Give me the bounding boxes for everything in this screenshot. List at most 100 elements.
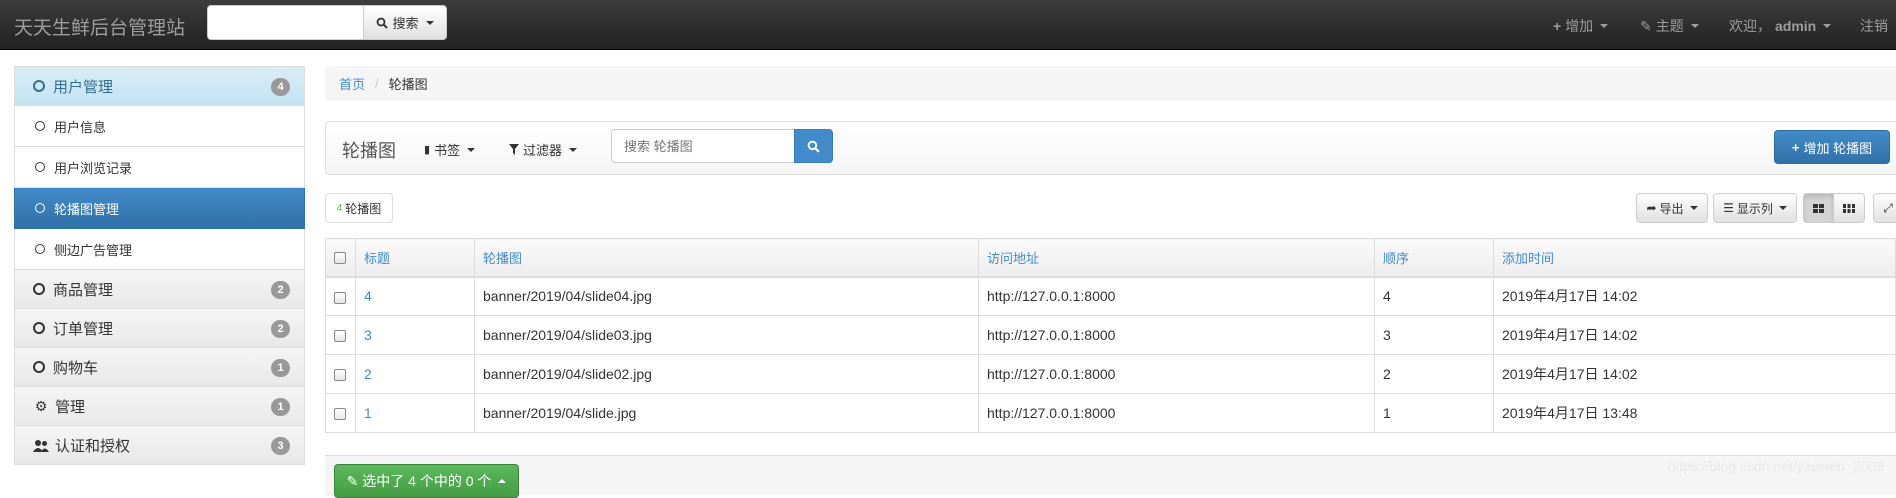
table-row: 1 banner/2019/04/slide.jpg http://127.0.…	[325, 393, 1896, 433]
caret-down-icon	[1778, 206, 1787, 210]
row-checkbox[interactable]	[334, 369, 346, 382]
sidebar-group-label: 订单管理	[53, 320, 114, 338]
magic-wand-icon: ✎	[1640, 17, 1652, 34]
breadcrumb: 首页 / 轮播图	[325, 66, 1896, 101]
share-icon: ➦	[1646, 201, 1657, 215]
cell-added: 2019年4月17日 14:02	[1493, 354, 1896, 394]
sidebar-group-admin[interactable]: ⚙ 管理 1	[14, 387, 305, 426]
bookmarks-dropdown[interactable]: ▮ 书签	[424, 140, 476, 159]
circle-icon	[35, 162, 45, 172]
sidebar-item-browse-history[interactable]: 用户浏览记录	[14, 147, 305, 188]
row-select-cell	[325, 354, 356, 394]
add-banner-label: 增加 轮播图	[1803, 140, 1873, 156]
navbar-theme-menu[interactable]: ✎ 主题	[1640, 16, 1699, 36]
search-icon	[377, 17, 389, 29]
row-checkbox[interactable]	[334, 330, 346, 343]
list-search-button[interactable]	[794, 129, 833, 163]
cell-image: banner/2019/04/slide.jpg	[474, 393, 979, 433]
sidebar: 用户管理 4 用户信息 用户浏览记录 轮播图管理 侧边广告管理 商品管理 2 订…	[14, 66, 305, 465]
select-all-cell	[325, 238, 356, 278]
navbar-search-input[interactable]	[207, 5, 364, 40]
column-header-image[interactable]: 轮播图	[474, 238, 979, 278]
breadcrumb-current: 轮播图	[388, 77, 428, 92]
row-title-link[interactable]: 1	[364, 405, 372, 421]
bulk-actions-button[interactable]: ✎ 选中了 4 个中的 0 个	[334, 464, 519, 498]
columns-label: 显示列	[1736, 201, 1773, 216]
export-label: 导出	[1659, 201, 1684, 216]
add-banner-button[interactable]: + 增加 轮播图	[1774, 130, 1890, 164]
filters-dropdown[interactable]: 过滤器	[509, 140, 578, 159]
fullscreen-button[interactable]: ⤢	[1873, 193, 1896, 223]
sidebar-group-orders[interactable]: 订单管理 2	[14, 309, 305, 348]
site-brand[interactable]: 天天生鲜后台管理站	[14, 13, 185, 40]
column-header-title[interactable]: 标题	[355, 238, 475, 278]
navbar-search-label: 搜索	[392, 16, 419, 31]
columns-button[interactable]: ☰ 显示列	[1713, 193, 1797, 223]
watermark: https://blog.csdn.net/yaowen_2008	[1667, 458, 1884, 474]
cell-title: 1	[355, 393, 475, 433]
navbar-theme-label: 主题	[1655, 18, 1684, 34]
navbar-logout-label: 注销	[1860, 18, 1888, 34]
cell-url: http://127.0.0.1:8000	[978, 393, 1375, 433]
plus-icon: +	[1791, 139, 1800, 155]
navbar-user-menu[interactable]: 欢迎， admin	[1729, 16, 1832, 36]
sidebar-item-label: 用户信息	[54, 119, 107, 135]
grid-view-button[interactable]	[1803, 193, 1834, 223]
sidebar-item-user-info[interactable]: 用户信息	[14, 106, 305, 147]
count-badge: 4	[271, 78, 290, 96]
list-search-input[interactable]	[611, 129, 795, 163]
caret-down-icon	[1690, 24, 1699, 28]
top-navbar: 天天生鲜后台管理站 搜索 + 增加 ✎ 主题 欢迎， admin 注销	[0, 0, 1896, 50]
sidebar-group-goods[interactable]: 商品管理 2	[14, 270, 305, 309]
export-button[interactable]: ➦ 导出	[1636, 193, 1708, 223]
breadcrumb-home[interactable]: 首页	[339, 74, 365, 93]
wrench-icon: ✎	[346, 472, 359, 489]
row-title-link[interactable]: 4	[364, 288, 372, 304]
navbar-search-button[interactable]: 搜索	[363, 5, 447, 40]
cell-added: 2019年4月17日 14:02	[1493, 276, 1896, 316]
cell-title: 3	[355, 315, 475, 355]
circle-icon	[35, 244, 45, 254]
cell-url: http://127.0.0.1:8000	[978, 315, 1375, 355]
sidebar-group-users[interactable]: 用户管理 4	[14, 66, 305, 106]
expand-icon: ⤢	[1883, 200, 1893, 215]
cell-image: banner/2019/04/slide03.jpg	[474, 315, 979, 355]
row-title-link[interactable]: 3	[364, 327, 372, 343]
cell-image: banner/2019/04/slide02.jpg	[474, 354, 979, 394]
caret-down-icon	[569, 147, 578, 152]
row-checkbox[interactable]	[334, 408, 346, 421]
navbar-add-label: 增加	[1565, 18, 1594, 34]
cell-order: 2	[1374, 354, 1494, 394]
sidebar-group-cart[interactable]: 购物车 1	[14, 348, 305, 387]
caret-down-icon	[467, 147, 476, 152]
sidebar-item-label: 用户浏览记录	[54, 160, 133, 176]
row-title-link[interactable]: 2	[364, 366, 372, 382]
cell-added: 2019年4月17日 14:02	[1493, 315, 1896, 355]
cell-order: 1	[1374, 393, 1494, 433]
sidebar-item-side-ads[interactable]: 侧边广告管理	[14, 229, 305, 270]
cell-added: 2019年4月17日 13:48	[1493, 393, 1896, 433]
column-header-url[interactable]: 访问地址	[978, 238, 1375, 278]
sidebar-item-banners[interactable]: 轮播图管理	[14, 188, 305, 229]
circle-icon	[33, 283, 45, 295]
select-all-checkbox[interactable]	[334, 252, 346, 265]
count-badge: 2	[271, 281, 290, 299]
row-checkbox[interactable]	[334, 291, 346, 304]
users-icon	[33, 439, 49, 452]
navbar-add-menu[interactable]: + 增加	[1553, 16, 1609, 36]
caret-down-icon	[1600, 24, 1609, 28]
column-header-order[interactable]: 顺序	[1374, 238, 1494, 278]
navbar-logout[interactable]: 注销	[1860, 16, 1888, 36]
result-count-number: 4	[336, 202, 343, 214]
list-icon: ☰	[1723, 201, 1734, 215]
table-view-button[interactable]	[1834, 193, 1865, 223]
sidebar-item-label: 轮播图管理	[54, 201, 120, 217]
sidebar-group-auth[interactable]: 认证和授权 3	[14, 426, 305, 465]
circle-icon	[33, 322, 45, 334]
banner-table: 标题 轮播图 访问地址 顺序 添加时间 4 banner/2019/04/sli…	[325, 238, 1896, 433]
sidebar-group-label: 管理	[55, 398, 86, 416]
book-icon: ▮	[424, 144, 431, 156]
row-select-cell	[325, 315, 356, 355]
breadcrumb-separator: /	[375, 76, 379, 91]
column-header-added[interactable]: 添加时间	[1493, 238, 1896, 278]
